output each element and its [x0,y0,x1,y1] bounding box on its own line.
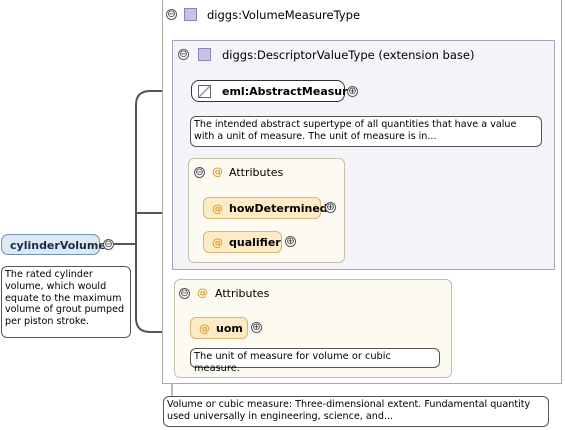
uom-doc: The unit of measure for volume or cubic … [190,348,440,374]
attribute-uom[interactable]: @ uom [190,317,248,339]
base-type-name: diggs:DescriptorValueType (extension bas… [222,48,475,62]
root-collapse-icon[interactable]: ⊖ [103,239,114,250]
type-doc: Volume or cubic measure: Three-dimension… [163,396,549,427]
attribute-icon: @ [212,236,223,249]
uom-expand-icon[interactable]: ⊕ [251,322,262,333]
abstract-measure-expand-icon[interactable]: ⊕ [347,86,358,97]
qualifier-label: qualifier [229,236,281,249]
complex-type-icon [184,8,197,21]
abstract-measure-element[interactable]: eml:AbstractMeasure [191,80,355,102]
root-element[interactable]: cylinderVolume [1,234,106,255]
attribute-icon: @ [199,322,210,335]
attributes-at-icon: @ [197,286,208,299]
uom-label: uom [216,322,243,335]
how-determined-expand-icon[interactable]: ⊕ [325,202,336,213]
base-type-icon [198,48,211,61]
type-collapse-icon[interactable]: ⊖ [166,9,177,20]
qualifier-expand-icon[interactable]: ⊕ [285,236,296,247]
attribute-how-determined[interactable]: @ howDetermined [203,197,328,219]
base-attributes-title: Attributes [229,166,284,179]
base-collapse-icon[interactable]: ⊖ [178,49,189,60]
attributes-collapse-icon[interactable]: ⊖ [179,288,190,299]
abstract-element-icon [198,85,211,98]
base-attributes-at-icon: @ [212,165,223,178]
root-element-label: cylinderVolume [10,239,106,252]
how-determined-label: howDetermined [229,202,328,215]
attribute-qualifier[interactable]: @ qualifier [203,231,282,253]
attributes-title: Attributes [215,287,270,300]
type-name: diggs:VolumeMeasureType [207,8,361,22]
base-attributes-collapse-icon[interactable]: ⊖ [194,167,205,178]
abstract-measure-doc: The intended abstract supertype of all q… [190,116,542,147]
abstract-measure-label: eml:AbstractMeasure [222,85,356,98]
attribute-icon: @ [212,202,223,215]
root-doc: The rated cylinder volume, which would e… [1,266,131,338]
